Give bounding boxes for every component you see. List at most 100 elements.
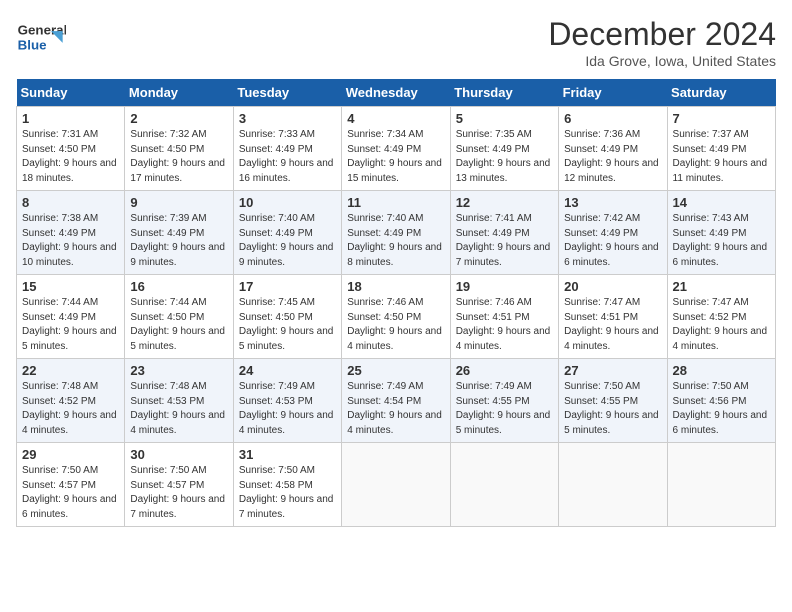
day-number: 8: [22, 195, 119, 210]
calendar-cell: 20Sunrise: 7:47 AMSunset: 4:51 PMDayligh…: [559, 275, 667, 359]
day-info: Sunrise: 7:50 AMSunset: 4:56 PMDaylight:…: [673, 380, 770, 438]
month-title: December 2024: [548, 16, 776, 53]
calendar-cell: 9 Sunrise: 7:39 AMSunset: 4:49 PMDaylight…: [125, 191, 233, 275]
calendar-week-row: 8 Sunrise: 7:38 AMSunset: 4:49 PMDaylight…: [17, 191, 776, 275]
day-number: 4: [347, 111, 444, 126]
calendar-cell: 24 Sunrise: 7:49 AMSunset: 4:53 PMDayligh…: [233, 359, 341, 443]
day-number: 2: [130, 111, 227, 126]
day-info: Sunrise: 7:50 AMSunset: 4:55 PMDaylight:…: [564, 380, 661, 438]
logo-icon: General Blue: [16, 16, 66, 58]
calendar-cell: 22 Sunrise: 7:48 AMSunset: 4:52 PMDayligh…: [17, 359, 125, 443]
day-number: 25: [347, 363, 444, 378]
day-info: Sunrise: 7:42 AMSunset: 4:49 PMDaylight:…: [564, 212, 661, 270]
calendar-cell: 29 Sunrise: 7:50 AMSunset: 4:57 PMDayligh…: [17, 443, 125, 527]
day-info: Sunrise: 7:34 AMSunset: 4:49 PMDaylight:…: [347, 128, 444, 186]
day-info: Sunrise: 7:38 AMSunset: 4:49 PMDaylight:…: [22, 212, 119, 270]
calendar-cell: 17 Sunrise: 7:45 AMSunset: 4:50 PMDayligh…: [233, 275, 341, 359]
calendar-week-row: 1 Sunrise: 7:31 AMSunset: 4:50 PMDaylight…: [17, 107, 776, 191]
day-info: Sunrise: 7:44 AMSunset: 4:50 PMDaylight:…: [130, 296, 227, 354]
day-number: 24: [239, 363, 336, 378]
calendar-cell: 14 Sunrise: 7:43 AMSunset: 4:49 PMDayligh…: [667, 191, 775, 275]
calendar-cell: [667, 443, 775, 527]
calendar-cell: 26Sunrise: 7:49 AMSunset: 4:55 PMDayligh…: [450, 359, 558, 443]
day-info: Sunrise: 7:49 AMSunset: 4:53 PMDaylight:…: [239, 380, 336, 438]
day-number: 31: [239, 447, 336, 462]
day-number: 13: [564, 195, 661, 210]
day-info: Sunrise: 7:31 AMSunset: 4:50 PMDaylight:…: [22, 128, 119, 186]
day-info: Sunrise: 7:33 AMSunset: 4:49 PMDaylight:…: [239, 128, 336, 186]
calendar-cell: 28 Sunrise: 7:50 AMSunset: 4:56 PMDayligh…: [667, 359, 775, 443]
day-number: 11: [347, 195, 444, 210]
day-number: 3: [239, 111, 336, 126]
day-info: Sunrise: 7:48 AMSunset: 4:53 PMDaylight:…: [130, 380, 227, 438]
day-number: 22: [22, 363, 119, 378]
day-info: Sunrise: 7:40 AMSunset: 4:49 PMDaylight:…: [347, 212, 444, 270]
day-info: Sunrise: 7:47 AMSunset: 4:52 PMDaylight:…: [673, 296, 770, 354]
calendar-cell: 7 Sunrise: 7:37 AMSunset: 4:49 PMDaylight…: [667, 107, 775, 191]
day-info: Sunrise: 7:37 AMSunset: 4:49 PMDaylight:…: [673, 128, 770, 186]
day-info: Sunrise: 7:36 AMSunset: 4:49 PMDaylight:…: [564, 128, 661, 186]
day-info: Sunrise: 7:50 AMSunset: 4:57 PMDaylight:…: [22, 464, 119, 522]
day-info: Sunrise: 7:39 AMSunset: 4:49 PMDaylight:…: [130, 212, 227, 270]
calendar-cell: 15 Sunrise: 7:44 AMSunset: 4:49 PMDayligh…: [17, 275, 125, 359]
calendar-cell: 4 Sunrise: 7:34 AMSunset: 4:49 PMDaylight…: [342, 107, 450, 191]
day-number: 16: [130, 279, 227, 294]
day-number: 15: [22, 279, 119, 294]
day-info: Sunrise: 7:46 AMSunset: 4:50 PMDaylight:…: [347, 296, 444, 354]
day-info: Sunrise: 7:43 AMSunset: 4:49 PMDaylight:…: [673, 212, 770, 270]
calendar-cell: 18 Sunrise: 7:46 AMSunset: 4:50 PMDayligh…: [342, 275, 450, 359]
day-number: 28: [673, 363, 770, 378]
day-info: Sunrise: 7:50 AMSunset: 4:58 PMDaylight:…: [239, 464, 336, 522]
day-number: 14: [673, 195, 770, 210]
day-number: 12: [456, 195, 553, 210]
location-label: Ida Grove, Iowa, United States: [548, 53, 776, 69]
calendar-cell: 11 Sunrise: 7:40 AMSunset: 4:49 PMDayligh…: [342, 191, 450, 275]
day-info: Sunrise: 7:50 AMSunset: 4:57 PMDaylight:…: [130, 464, 227, 522]
day-info: Sunrise: 7:48 AMSunset: 4:52 PMDaylight:…: [22, 380, 119, 438]
calendar-cell: 16 Sunrise: 7:44 AMSunset: 4:50 PMDayligh…: [125, 275, 233, 359]
svg-text:Blue: Blue: [18, 38, 47, 53]
calendar-cell: 2Sunrise: 7:32 AMSunset: 4:50 PMDaylight…: [125, 107, 233, 191]
col-header-saturday: Saturday: [667, 79, 775, 107]
day-number: 7: [673, 111, 770, 126]
col-header-monday: Monday: [125, 79, 233, 107]
day-number: 20: [564, 279, 661, 294]
day-info: Sunrise: 7:44 AMSunset: 4:49 PMDaylight:…: [22, 296, 119, 354]
day-number: 9: [130, 195, 227, 210]
calendar-cell: 5Sunrise: 7:35 AMSunset: 4:49 PMDaylight…: [450, 107, 558, 191]
calendar-cell: 25 Sunrise: 7:49 AMSunset: 4:54 PMDayligh…: [342, 359, 450, 443]
calendar-cell: 3 Sunrise: 7:33 AMSunset: 4:49 PMDaylight…: [233, 107, 341, 191]
day-info: Sunrise: 7:49 AMSunset: 4:54 PMDaylight:…: [347, 380, 444, 438]
calendar-cell: 21 Sunrise: 7:47 AMSunset: 4:52 PMDayligh…: [667, 275, 775, 359]
day-number: 27: [564, 363, 661, 378]
calendar-cell: [559, 443, 667, 527]
day-number: 6: [564, 111, 661, 126]
day-number: 23: [130, 363, 227, 378]
day-number: 29: [22, 447, 119, 462]
day-info: Sunrise: 7:40 AMSunset: 4:49 PMDaylight:…: [239, 212, 336, 270]
day-number: 19: [456, 279, 553, 294]
day-info: Sunrise: 7:45 AMSunset: 4:50 PMDaylight:…: [239, 296, 336, 354]
page-header: General Blue December 2024 Ida Grove, Io…: [16, 16, 776, 69]
calendar-cell: 10Sunrise: 7:40 AMSunset: 4:49 PMDayligh…: [233, 191, 341, 275]
calendar-cell: 1 Sunrise: 7:31 AMSunset: 4:50 PMDaylight…: [17, 107, 125, 191]
day-number: 17: [239, 279, 336, 294]
title-area: December 2024 Ida Grove, Iowa, United St…: [548, 16, 776, 69]
calendar-cell: 6 Sunrise: 7:36 AMSunset: 4:49 PMDaylight…: [559, 107, 667, 191]
day-info: Sunrise: 7:46 AMSunset: 4:51 PMDaylight:…: [456, 296, 553, 354]
calendar-cell: 27 Sunrise: 7:50 AMSunset: 4:55 PMDayligh…: [559, 359, 667, 443]
calendar-week-row: 15 Sunrise: 7:44 AMSunset: 4:49 PMDayligh…: [17, 275, 776, 359]
calendar-cell: 13 Sunrise: 7:42 AMSunset: 4:49 PMDayligh…: [559, 191, 667, 275]
day-number: 18: [347, 279, 444, 294]
day-info: Sunrise: 7:41 AMSunset: 4:49 PMDaylight:…: [456, 212, 553, 270]
calendar-week-row: 29 Sunrise: 7:50 AMSunset: 4:57 PMDayligh…: [17, 443, 776, 527]
calendar-cell: 19 Sunrise: 7:46 AMSunset: 4:51 PMDayligh…: [450, 275, 558, 359]
calendar-week-row: 22 Sunrise: 7:48 AMSunset: 4:52 PMDayligh…: [17, 359, 776, 443]
calendar-cell: [342, 443, 450, 527]
day-number: 5: [456, 111, 553, 126]
logo: General Blue: [16, 16, 66, 58]
day-number: 21: [673, 279, 770, 294]
calendar-cell: 31 Sunrise: 7:50 AMSunset: 4:58 PMDayligh…: [233, 443, 341, 527]
day-number: 1: [22, 111, 119, 126]
calendar-cell: [450, 443, 558, 527]
